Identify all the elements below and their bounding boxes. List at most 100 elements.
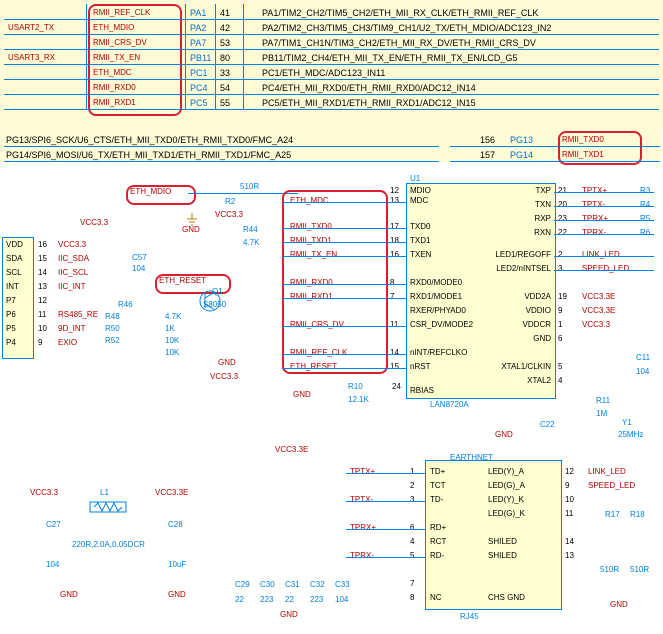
rn0-net: RMII_TXD0	[562, 135, 604, 144]
u1rp11: 6	[558, 334, 562, 343]
below-line-1: PG14/SPI6_MOSI/U6_TX/ETH_MII_TXD1/ETH_RM…	[6, 150, 291, 160]
u1rp3: 22	[558, 228, 567, 237]
mn6: RMII_RXD1	[290, 292, 333, 301]
r44-val: 4.7K	[243, 238, 259, 247]
gnd-7: GND	[280, 610, 298, 619]
c27-val: 104	[46, 560, 59, 569]
u1r2: RXP	[535, 214, 551, 223]
lc-sda: SDA	[6, 254, 22, 263]
rjrl5: SHILED	[488, 537, 517, 546]
c32-val: 223	[310, 595, 323, 604]
r18-val: 510R	[630, 565, 649, 574]
linkled2: LINK_LED	[588, 467, 626, 476]
lc-vdd: VDD	[6, 240, 23, 249]
tptx+: TPTX+	[350, 467, 375, 476]
mp1: 13	[390, 196, 399, 205]
u1l7: RXD0/MODE0	[410, 278, 462, 287]
mp0: 12	[390, 186, 399, 195]
lc-n4: 12	[38, 296, 47, 305]
rjrl2: LED(Y)_K	[488, 495, 524, 504]
lc-s7: EXIO	[58, 338, 77, 347]
rjl1: 2	[410, 481, 414, 490]
r50: R50	[105, 324, 120, 333]
rjrl6: SHILED	[488, 551, 517, 560]
rn0-num: 156	[480, 135, 495, 145]
rn9: VCC3.3E	[582, 306, 615, 315]
u1l12: nINT/REFCLKO	[410, 348, 467, 357]
y1-ref: Y1	[622, 418, 632, 427]
rn2: TPRX+	[582, 214, 608, 223]
r50-val: 1K	[165, 324, 175, 333]
lc-s6: 9D_INT	[58, 324, 86, 333]
lc-int: INT	[6, 282, 19, 291]
c33-ref: C33	[335, 580, 350, 589]
mp4: 16	[390, 250, 399, 259]
lc-n6: 10	[38, 324, 47, 333]
rjrl3: LED(G)_K	[488, 509, 525, 518]
c29-ref: C29	[235, 580, 250, 589]
mp7: 11	[390, 320, 398, 329]
gnd-6: GND	[168, 590, 186, 599]
rn5: LINK_LED	[582, 250, 620, 259]
rn0: TPTX+	[582, 186, 607, 195]
lc-p6: P6	[6, 310, 16, 319]
u1l5: TXEN	[410, 250, 431, 259]
lc-s0: VCC3.3	[58, 240, 86, 249]
rjll3: RD+	[430, 523, 446, 532]
lc-s1: IIC_SDA	[58, 254, 89, 263]
lc-p7: P7	[6, 296, 16, 305]
u1r14: XTAL2	[527, 376, 551, 385]
mp3: 18	[390, 236, 399, 245]
rn0-pin: PG13	[510, 135, 533, 145]
lc-n1: 15	[38, 254, 47, 263]
u1l8: RXD1/MODE1	[410, 292, 462, 301]
u1r11: GND	[533, 334, 551, 343]
r48: R48	[105, 312, 120, 321]
c11-val: 104	[636, 367, 649, 376]
u1r8: VDD2A	[524, 292, 551, 301]
rn6: SPEED_LED	[582, 264, 629, 273]
mn1: ETH_MDC	[290, 196, 329, 205]
rn8: VCC3.3E	[582, 292, 615, 301]
mn2: RMII_TXD0	[290, 222, 332, 231]
u1r5: LED1/REGOFF	[495, 250, 551, 259]
u1l15: RBIAS	[410, 386, 434, 395]
rn1-num: 157	[480, 150, 495, 160]
c31-val: 22	[285, 595, 294, 604]
c27-ref: C27	[46, 520, 61, 529]
rn1: TPTX-	[582, 200, 605, 209]
u1l3: TXD0	[410, 222, 430, 231]
r48-val: 4.7K	[165, 312, 181, 321]
r11-ref: R11	[596, 396, 610, 405]
rjrl1: LED(G)_A	[488, 481, 525, 490]
u1rp6: 3	[558, 264, 562, 273]
vcc33e-1: VCC3.3E	[155, 488, 188, 497]
r52b-val: 10K	[165, 348, 179, 357]
c31-ref: C31	[285, 580, 300, 589]
u1rp5: 2	[558, 250, 562, 259]
u1rp0: 21	[558, 186, 567, 195]
r17-ref: R17	[605, 510, 620, 519]
mn5: RMII_RXD0	[290, 278, 333, 287]
gnd-5: GND	[60, 590, 78, 599]
rjl2: 3	[410, 495, 414, 504]
rjrp0: 12	[565, 467, 574, 476]
rjll7: NC	[430, 593, 442, 602]
tptx-: TPTX-	[350, 495, 373, 504]
mp9: 15	[390, 362, 399, 371]
vcc33-3: VCC3.3	[210, 372, 238, 381]
lc-scl: SCL	[6, 268, 22, 277]
r2-val: 510R	[240, 182, 259, 191]
r17-val: 510R	[600, 565, 619, 574]
mp8: 14	[390, 348, 399, 357]
r18-ref: R18	[630, 510, 645, 519]
u1r6: LED2/nINTSEL	[496, 264, 551, 273]
tprx-: TPRX-	[350, 551, 374, 560]
rjll2: TD-	[430, 495, 443, 504]
rn1-pin: PG14	[510, 150, 533, 160]
c11-ref: C11	[636, 353, 650, 362]
rjrp1: 9	[565, 481, 569, 490]
u1r10: VDDCR	[523, 320, 551, 329]
vcc33-2: VCC3.3	[80, 218, 108, 227]
rn3: TPRX-	[582, 228, 606, 237]
